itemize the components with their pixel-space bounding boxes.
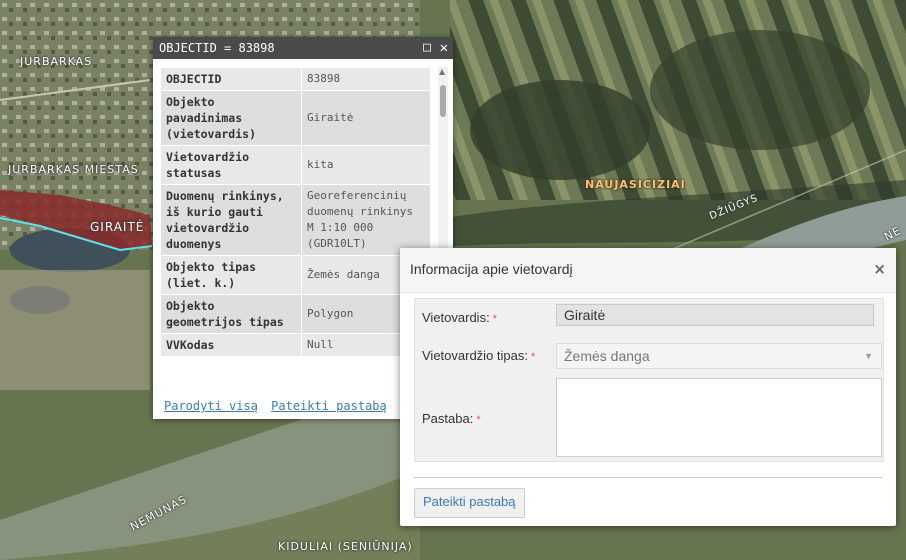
submit-note-button[interactable]: Pateikti pastabą [414, 488, 525, 518]
dialog-title: Informacija apie vietovardį [410, 261, 573, 277]
attribute-table: OBJECTID 83898 Objekto pavadinimas (viet… [160, 67, 431, 357]
attribute-value: Georeferencinių duomenų rinkinys M 1:10 … [301, 184, 431, 256]
tipas-selected-value: Žemės danga [564, 348, 650, 364]
table-row: OBJECTID 83898 [160, 67, 431, 91]
maximize-icon[interactable]: □ [423, 37, 431, 59]
scroll-up-icon[interactable]: ▲ [439, 67, 445, 76]
table-row: Vietovardžio statusas kita [160, 145, 431, 185]
vietovardis-label-text: Vietovardis: [422, 310, 490, 325]
form-divider [414, 477, 882, 478]
pastaba-textarea[interactable] [556, 378, 882, 457]
chevron-down-icon: ▼ [864, 351, 873, 361]
pastaba-label: Pastaba: * [422, 411, 481, 426]
pastaba-label-text: Pastaba: [422, 411, 474, 426]
submit-note-link[interactable]: Pateikti pastabą [271, 399, 387, 413]
tipas-label-text: Vietovardžio tipas: [422, 348, 528, 363]
attribute-key: VVKodas [160, 333, 302, 357]
map-label-jurbarkas-miestas: JURBARKAS MIESTAS [8, 163, 139, 176]
popup-body[interactable]: OBJECTID 83898 Objekto pavadinimas (viet… [160, 67, 431, 401]
attribute-key: Duomenų rinkinys, iš kurio gauti vietova… [160, 184, 302, 256]
table-row: Objekto pavadinimas (vietovardis) Girait… [160, 90, 431, 146]
attribute-key: Objekto geometrijos tipas [160, 294, 302, 334]
vietovardis-field[interactable]: Giraitė [556, 304, 874, 326]
map-label-naujasiciziai: NAUJASICIZIAI [585, 178, 686, 191]
attribute-value: 83898 [301, 67, 431, 91]
table-row: VVKodas Null [160, 333, 431, 357]
map-label-kidulai: KIDULIAI (SENIŪNIJA) [278, 540, 413, 553]
close-icon[interactable]: ✕ [440, 37, 448, 59]
table-row: Objekto tipas (liet. k.) Žemės danga [160, 255, 431, 295]
dialog-header: Informacija apie vietovardį × [400, 248, 896, 293]
tipas-label: Vietovardžio tipas: * [422, 348, 535, 363]
place-name-dialog: Informacija apie vietovardį × Vietovardi… [400, 248, 896, 526]
attribute-value: Giraitė [301, 90, 431, 146]
map-label-giraite: GIRAITĖ [90, 220, 145, 234]
popup-links: Parodyti visą Pateikti pastabą [164, 399, 393, 413]
table-row: Duomenų rinkinys, iš kurio gauti vietova… [160, 184, 431, 256]
required-marker: * [492, 313, 497, 325]
map-label-jurbarkas: JURBARKAS [20, 55, 93, 68]
vietovardis-label: Vietovardis: * [422, 310, 497, 325]
popup-header: OBJECTID = 83898 □ ✕ [153, 37, 453, 59]
attribute-value: kita [301, 145, 431, 185]
attribute-key: OBJECTID [160, 67, 302, 91]
required-marker: * [531, 351, 536, 363]
required-marker: * [476, 414, 481, 426]
scrollbar-thumb[interactable] [440, 85, 446, 117]
feedback-form: Vietovardis: * Giraitė Vietovardžio tipas… [414, 298, 884, 462]
popup-title: OBJECTID = 83898 [159, 41, 275, 55]
attribute-key: Objekto tipas (liet. k.) [160, 255, 302, 295]
attribute-key: Objekto pavadinimas (vietovardis) [160, 90, 302, 146]
tipas-select[interactable]: Žemės danga ▼ [556, 343, 882, 369]
close-icon[interactable]: × [873, 260, 886, 278]
table-row: Objekto geometrijos tipas Polygon [160, 294, 431, 334]
show-all-link[interactable]: Parodyti visą [164, 399, 258, 413]
attribute-key: Vietovardžio statusas [160, 145, 302, 185]
